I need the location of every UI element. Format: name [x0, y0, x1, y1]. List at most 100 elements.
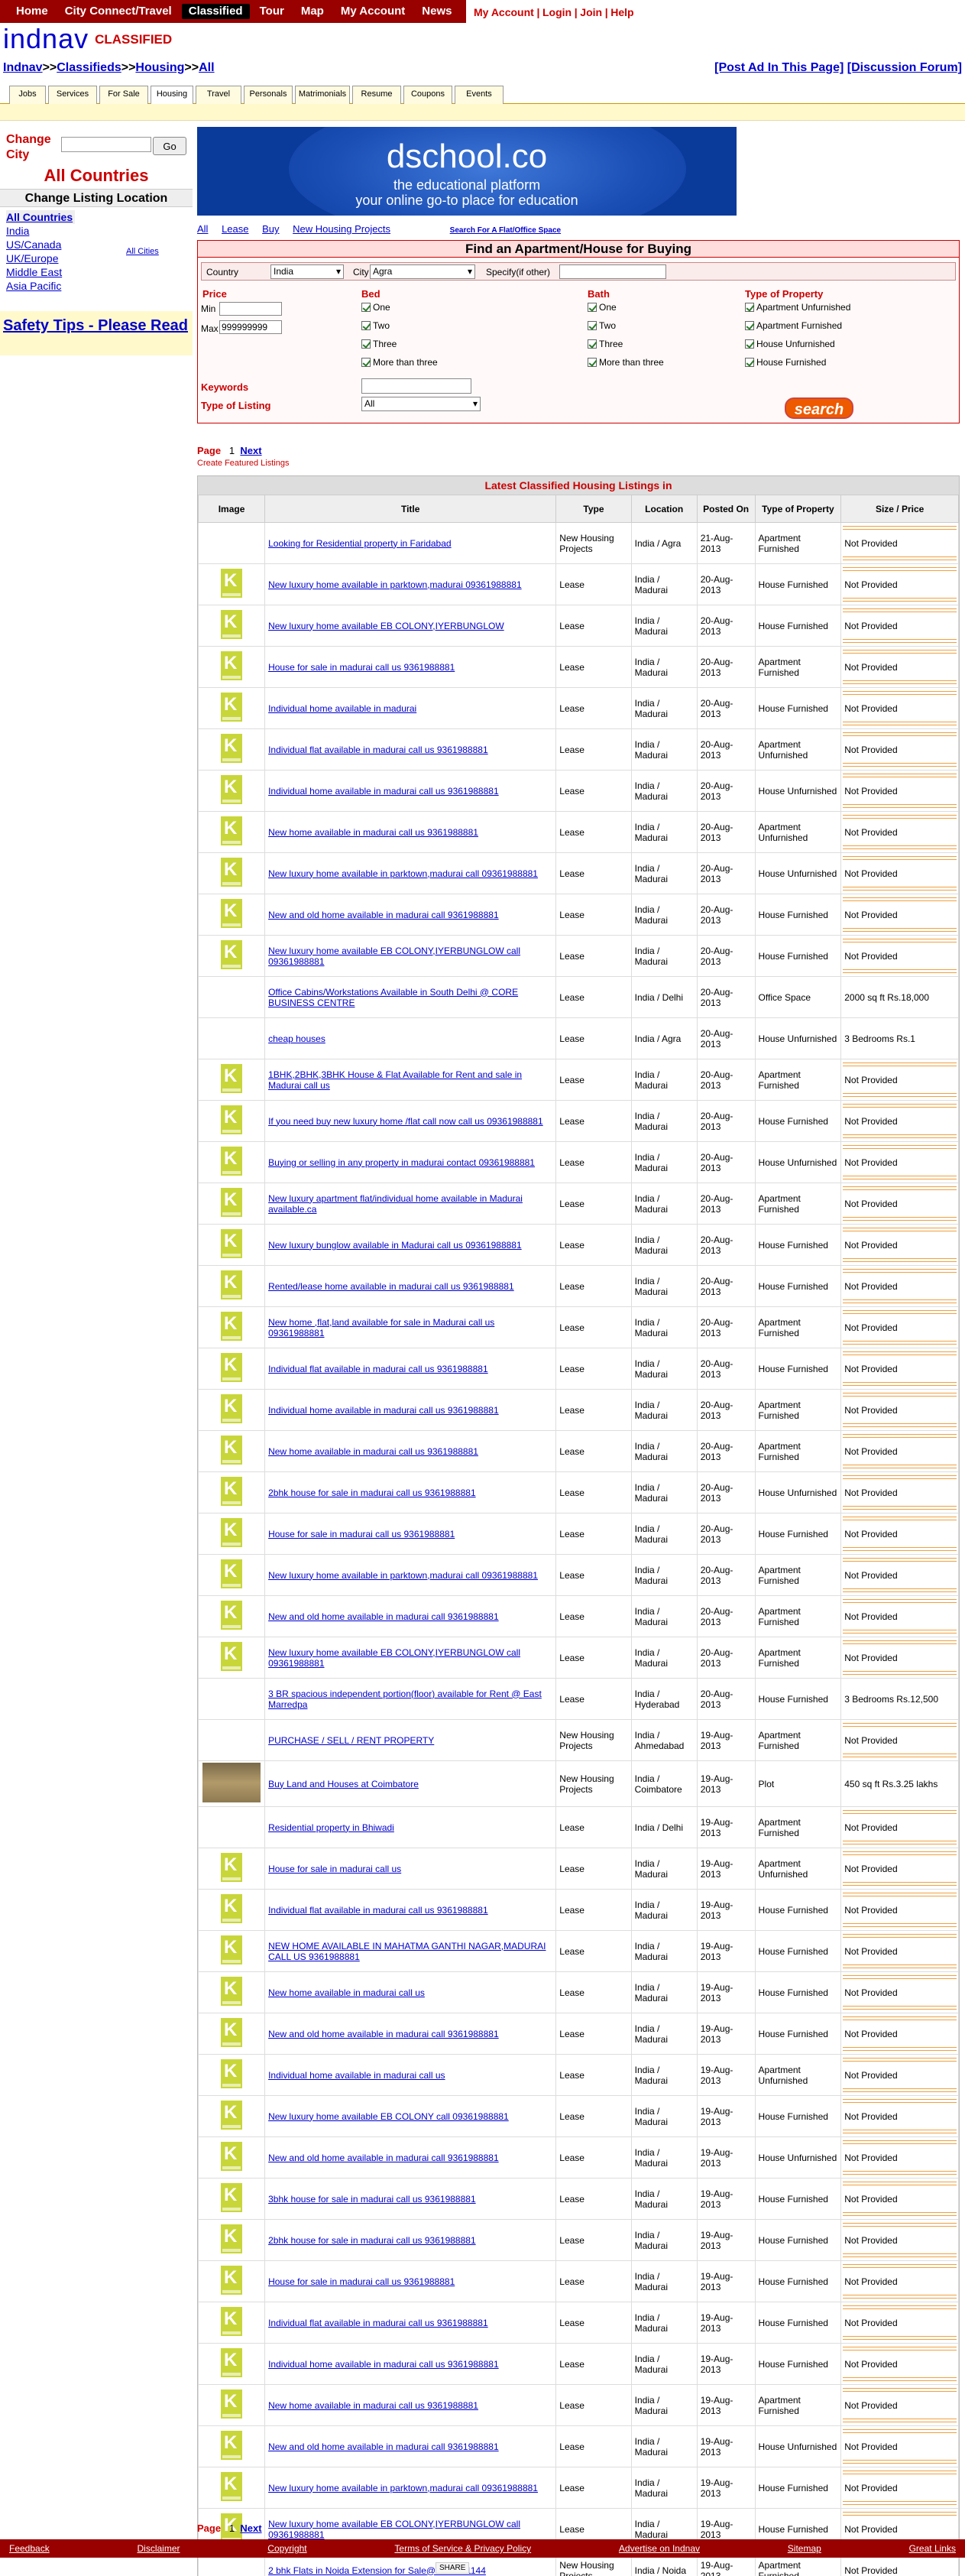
listing-thumbnail-icon[interactable]	[221, 2389, 243, 2419]
lease-link[interactable]: Lease	[222, 223, 248, 235]
listing-title-link[interactable]: Individual flat available in madurai cal…	[268, 1905, 488, 1916]
listing-thumbnail-icon[interactable]	[221, 1188, 243, 1217]
breadcrumb-indnav[interactable]: Indnav	[3, 61, 43, 74]
listing-thumbnail-icon[interactable]	[221, 2018, 243, 2047]
listing-thumbnail-icon[interactable]	[221, 940, 243, 969]
bath-option-one[interactable]: One	[588, 302, 617, 313]
listing-title-link[interactable]: NEW HOME AVAILABLE IN MAHATMA GANTHI NAG…	[268, 1941, 546, 1962]
listing-thumbnail-icon[interactable]	[221, 1312, 243, 1341]
listing-title-link[interactable]: 3bhk house for sale in madurai call us 9…	[268, 2194, 476, 2205]
my-account-link[interactable]: My Account	[474, 6, 534, 18]
listing-title-link[interactable]: Individual home available in madurai cal…	[268, 786, 499, 796]
listing-thumbnail-icon[interactable]	[221, 2101, 243, 2130]
listing-title-link[interactable]: New luxury home available EB COLONY,IYER…	[268, 946, 520, 967]
checkbox-checked-icon[interactable]	[361, 303, 371, 312]
listing-thumbnail-icon[interactable]	[221, 1559, 243, 1588]
listing-type-select[interactable]: All ▾	[361, 397, 481, 411]
listing-thumbnail-icon[interactable]	[221, 610, 243, 639]
listing-thumbnail-icon[interactable]	[221, 1229, 243, 1258]
listing-thumbnail-icon[interactable]	[221, 1853, 243, 1882]
bed-option-one[interactable]: One	[361, 302, 390, 313]
city-select[interactable]: Agra ▾	[370, 264, 475, 279]
nav-news[interactable]: News	[415, 4, 458, 19]
property-option-house-furnished[interactable]: House Furnished	[745, 357, 826, 368]
tab-personals[interactable]: Personals	[244, 86, 293, 104]
nav-tour[interactable]: Tour	[253, 4, 291, 19]
share-button[interactable]: SHARE	[436, 2562, 470, 2574]
listing-thumbnail-icon[interactable]	[221, 1105, 243, 1134]
listing-title-link[interactable]: House for sale in madurai call us	[268, 1864, 401, 1874]
listing-thumbnail-icon[interactable]	[221, 2224, 243, 2253]
country-all-countries[interactable]: All Countries	[6, 210, 75, 224]
listing-thumbnail-icon[interactable]	[221, 651, 243, 680]
checkbox-checked-icon[interactable]	[588, 303, 597, 312]
breadcrumb-classifieds[interactable]: Classifieds	[57, 61, 121, 74]
listing-title-link[interactable]: New home ,flat,land available for sale i…	[268, 1317, 494, 1338]
listing-title-link[interactable]: House for sale in madurai call us 936198…	[268, 2276, 455, 2287]
listing-thumbnail-icon[interactable]	[221, 2142, 243, 2171]
listing-title-link[interactable]: New home available in madurai call us 93…	[268, 1446, 478, 1457]
listing-title-link[interactable]: New home available in madurai call us 93…	[268, 827, 478, 838]
login-link[interactable]: Login	[542, 6, 572, 18]
listing-thumbnail-icon[interactable]	[221, 1353, 243, 1382]
nav-my-account[interactable]: My Account	[334, 4, 412, 19]
change-city-input[interactable]	[61, 137, 151, 152]
listing-title-link[interactable]: New and old home available in madurai ca…	[268, 2441, 499, 2452]
footer-link-great-links[interactable]: Great Links	[909, 2543, 956, 2554]
footer-link-feedback[interactable]: Feedback	[9, 2543, 50, 2554]
tab-matrimonials[interactable]: Matrimonials	[295, 86, 350, 104]
listing-thumbnail-icon[interactable]	[221, 1518, 243, 1547]
ad-banner[interactable]: dschool.co the educational platform your…	[197, 127, 737, 216]
keywords-input[interactable]	[361, 378, 471, 394]
bath-option-three[interactable]: Three	[588, 339, 623, 349]
tab-services[interactable]: Services	[48, 86, 97, 104]
listing-title-link[interactable]: 2bhk house for sale in madurai call us 9…	[268, 2235, 476, 2246]
all-link[interactable]: All	[197, 223, 208, 235]
specify-input[interactable]	[559, 264, 666, 279]
max-price-input[interactable]: 999999999	[219, 320, 282, 334]
listing-title-link[interactable]: New home available in madurai call us	[268, 1987, 425, 1998]
country-asia-pacific[interactable]: Asia Pacific	[6, 279, 75, 293]
listing-thumbnail-icon[interactable]	[221, 693, 243, 722]
listing-title-link[interactable]: 1BHK,2BHK,3BHK House & Flat Available fo…	[268, 1069, 522, 1091]
listing-title-link[interactable]: Office Cabins/Workstations Available in …	[268, 987, 518, 1008]
footer-link-copyright[interactable]: Copyright	[267, 2543, 306, 2554]
next-page-link[interactable]: Next	[240, 445, 261, 456]
checkbox-checked-icon[interactable]	[588, 358, 597, 367]
listing-title-link[interactable]: New luxury home available in parktown,ma…	[268, 1570, 538, 1581]
tab-travel[interactable]: Travel	[196, 86, 241, 104]
join-link[interactable]: Join	[580, 6, 602, 18]
listing-thumbnail-icon[interactable]	[221, 2266, 243, 2295]
listing-title-link[interactable]: Buying or selling in any property in mad…	[268, 1157, 535, 1168]
listing-title-link[interactable]: House for sale in madurai call us 936198…	[268, 662, 455, 673]
checkbox-checked-icon[interactable]	[361, 358, 371, 367]
nav-home[interactable]: Home	[9, 4, 55, 19]
tab-resume[interactable]: Resume	[352, 86, 401, 104]
bed-option-three[interactable]: Three	[361, 339, 397, 349]
listing-thumbnail-icon[interactable]	[221, 1894, 243, 1923]
safety-tips-link[interactable]: Safety Tips - Please Read	[3, 317, 188, 334]
listing-title-link[interactable]: New home available in madurai call us 93…	[268, 2400, 478, 2411]
checkbox-checked-icon[interactable]	[588, 339, 597, 349]
listing-title-link[interactable]: New and old home available in madurai ca…	[268, 910, 499, 920]
breadcrumb-housing[interactable]: Housing	[135, 61, 184, 74]
checkbox-checked-icon[interactable]	[745, 339, 754, 349]
footer-link-terms-of-service-privacy-policy[interactable]: Terms of Service & Privacy Policy	[394, 2543, 531, 2554]
listing-thumbnail-icon[interactable]	[221, 1642, 243, 1671]
listing-title-link[interactable]: New luxury home available EB COLONY,IYER…	[268, 1647, 520, 1669]
listing-title-link[interactable]: New luxury home available in parktown,ma…	[268, 2483, 538, 2493]
listing-title-link[interactable]: New luxury home available in parktown,ma…	[268, 579, 522, 590]
listing-title-link[interactable]: If you need buy new luxury home /flat ca…	[268, 1116, 543, 1127]
listing-title-link[interactable]: New luxury home available in parktown,ma…	[268, 868, 538, 879]
listing-title-link[interactable]: Looking for Residential property in Fari…	[268, 538, 451, 549]
listing-title-link[interactable]: cheap houses	[268, 1033, 325, 1044]
new-projects-link[interactable]: New Housing Projects	[293, 223, 390, 235]
property-option-apartment-unfurnished[interactable]: Apartment Unfurnished	[745, 302, 850, 313]
listing-title-link[interactable]: 2bhk house for sale in madurai call us 9…	[268, 1488, 476, 1498]
tab-housing[interactable]: Housing	[151, 86, 193, 105]
post-ad-link[interactable]: [Post Ad In This Page]	[714, 61, 844, 74]
property-option-apartment-furnished[interactable]: Apartment Furnished	[745, 320, 842, 331]
nav-city-connect-travel[interactable]: City Connect/Travel	[58, 4, 179, 19]
listing-thumbnail-icon[interactable]	[221, 1436, 243, 1465]
listing-thumbnail-icon[interactable]	[221, 1935, 243, 1964]
